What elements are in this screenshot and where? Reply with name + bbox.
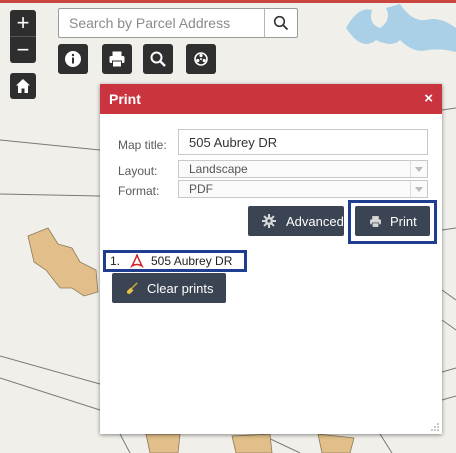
- find-tool-button[interactable]: [143, 44, 173, 74]
- top-accent-line: [0, 0, 456, 3]
- chevron-down-icon: [410, 181, 427, 197]
- pdf-icon: [130, 254, 144, 268]
- print-tool-button[interactable]: [102, 44, 132, 74]
- advanced-label: Advanced: [286, 213, 344, 229]
- map-title-input[interactable]: [178, 129, 428, 155]
- format-label: Format:: [118, 184, 160, 198]
- clear-prints-button[interactable]: Clear prints: [112, 273, 226, 303]
- printer-icon: [109, 51, 125, 68]
- clear-prints-label: Clear prints: [147, 280, 214, 296]
- format-value: PDF: [189, 182, 213, 196]
- layers-icon: [194, 52, 208, 66]
- layout-value: Landscape: [189, 162, 248, 176]
- printer-icon: [370, 215, 381, 228]
- home-button[interactable]: [10, 73, 36, 99]
- zoom-control: + −: [10, 10, 36, 63]
- search-box: [58, 8, 298, 38]
- layout-label: Layout:: [118, 164, 158, 178]
- print-panel-header: Print ×: [100, 84, 442, 114]
- print-panel-title: Print: [109, 91, 141, 107]
- resize-handle-icon[interactable]: [431, 423, 439, 431]
- info-button[interactable]: [58, 44, 88, 74]
- print-result-item[interactable]: 1. 505 Aubrey DR: [103, 250, 247, 272]
- zoom-in-button[interactable]: +: [10, 10, 36, 36]
- gear-icon: [262, 214, 276, 228]
- zoom-out-button[interactable]: −: [10, 37, 36, 63]
- search-button[interactable]: [264, 9, 297, 37]
- print-button[interactable]: Print: [355, 206, 430, 236]
- layout-select[interactable]: Landscape: [178, 160, 428, 178]
- home-icon: [16, 79, 30, 93]
- chevron-down-icon: [410, 161, 427, 177]
- magnifier-icon: [150, 51, 166, 67]
- broom-icon: [126, 281, 138, 294]
- print-label: Print: [390, 213, 417, 229]
- search-icon: [273, 15, 289, 31]
- info-icon: [65, 51, 81, 67]
- print-result-name: 505 Aubrey DR: [151, 254, 233, 268]
- close-icon[interactable]: ×: [424, 90, 433, 107]
- print-panel: Print × Map title: Layout: Landscape For…: [100, 84, 442, 434]
- advanced-button[interactable]: Advanced: [248, 206, 344, 236]
- layers-tool-button[interactable]: [186, 44, 216, 74]
- print-result-index: 1.: [110, 254, 121, 268]
- search-input[interactable]: [59, 9, 279, 37]
- map-title-label: Map title:: [118, 138, 167, 152]
- format-select[interactable]: PDF: [178, 180, 428, 198]
